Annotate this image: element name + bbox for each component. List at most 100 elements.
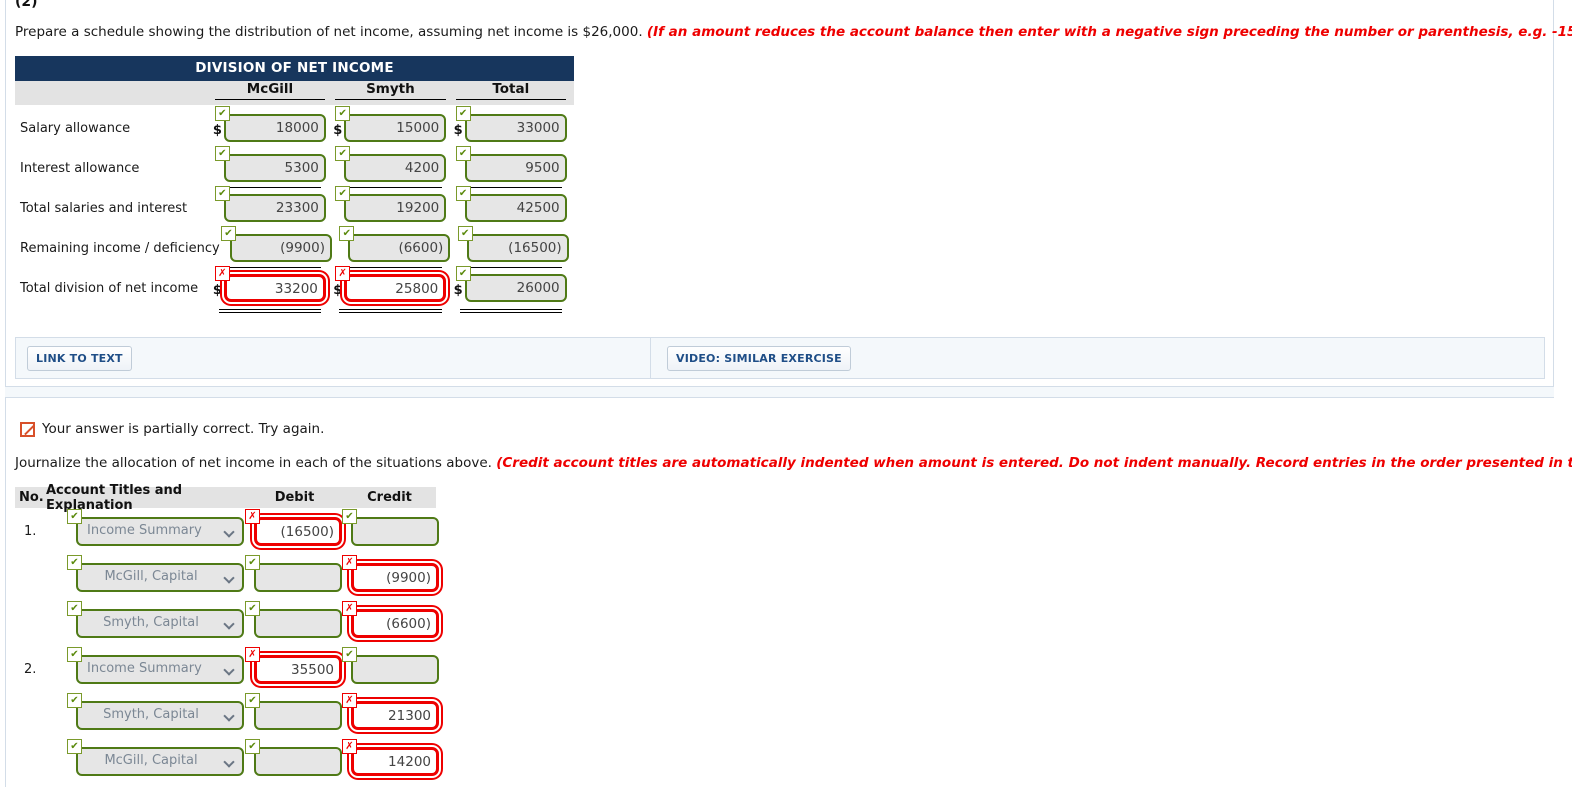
division-amount-input[interactable]: 25800 xyxy=(344,274,447,302)
correct-check-icon: ✔ xyxy=(455,106,471,121)
division-amount-input[interactable]: 42500 xyxy=(464,194,567,222)
journal-entry-table: No. Account Titles and Explanation Debit… xyxy=(15,483,439,784)
division-amount-input[interactable]: 19200 xyxy=(344,194,447,222)
single-rule-line xyxy=(459,187,562,188)
journal-row-number: 2. xyxy=(24,662,37,677)
account-title-select[interactable]: McGill, Capital xyxy=(76,747,244,776)
account-select-box: ✔ Smyth, Capital xyxy=(67,693,244,730)
journal-credit-input[interactable]: (9900) xyxy=(351,563,439,592)
correct-check-icon: ✔ xyxy=(67,555,82,570)
division-amount-input[interactable]: 18000 xyxy=(223,114,326,142)
correct-check-icon: ✔ xyxy=(335,106,351,121)
chevron-down-icon xyxy=(223,572,235,584)
division-table-cell: ✔ (9900) xyxy=(219,225,332,265)
incorrect-cross-icon: ✗ xyxy=(342,693,357,708)
journal-table-body: 1. ✔ Income Summary ✗ (16500) ✔ ✔ McGill, Capit… xyxy=(15,508,439,784)
dollar-sign: $ xyxy=(212,283,222,298)
correct-check-icon: ✔ xyxy=(67,739,82,754)
journal-instruction-text: Journalize the allocation of net income … xyxy=(15,455,1572,472)
correct-check-icon: ✔ xyxy=(342,509,357,524)
correct-check-icon: ✔ xyxy=(455,186,471,201)
journal-debit-input[interactable]: 35500 xyxy=(254,655,342,684)
correct-check-icon: ✔ xyxy=(335,146,351,161)
column-header-smyth-label: Smyth xyxy=(335,81,446,100)
chevron-down-icon xyxy=(223,756,235,768)
division-table-cell: $ ✔ 15000 xyxy=(333,105,447,145)
division-amount-input[interactable]: 9500 xyxy=(464,154,567,182)
journal-amount-fieldbox: ✗ 21300 xyxy=(342,693,439,730)
division-table-cell: ✔ 19200 xyxy=(333,185,447,225)
journal-debit-input[interactable] xyxy=(254,701,342,730)
correct-check-icon: ✔ xyxy=(67,693,82,708)
journal-amount-fieldbox: ✔ xyxy=(342,509,439,546)
division-row-label: Salary allowance xyxy=(20,121,131,136)
division-amount-input[interactable]: 5300 xyxy=(223,154,326,182)
account-title-select[interactable]: McGill, Capital xyxy=(76,563,244,592)
division-amount-input[interactable]: (16500) xyxy=(466,234,569,262)
journal-table-row: 1. ✔ Income Summary ✗ (16500) ✔ xyxy=(15,508,439,554)
journal-instruction-hint: (Credit account titles are automatically… xyxy=(496,455,1572,471)
journal-debit-input[interactable] xyxy=(254,563,342,592)
journal-credit-input[interactable] xyxy=(351,517,439,546)
feedback-message: Your answer is partially correct. Try ag… xyxy=(20,421,324,437)
division-amount-fieldbox: ✔ (6600) xyxy=(339,226,451,262)
incorrect-cross-icon: ✗ xyxy=(245,509,260,524)
section-separator xyxy=(5,386,1554,398)
division-table-cell: $ ✔ 18000 xyxy=(213,105,327,145)
correct-check-icon: ✔ xyxy=(342,647,357,662)
journal-credit-input[interactable]: 14200 xyxy=(351,747,439,776)
division-amount-fieldbox: ✔ 23300 xyxy=(214,186,326,222)
division-amount-input[interactable]: (6600) xyxy=(348,234,451,262)
journal-amount-fieldbox: ✗ 14200 xyxy=(342,739,439,776)
single-rule-line xyxy=(339,267,442,268)
division-row-label: Remaining income / deficiency xyxy=(20,241,220,256)
correct-check-icon: ✔ xyxy=(335,186,351,201)
account-title-select[interactable]: Smyth, Capital xyxy=(76,609,244,638)
journal-credit-input[interactable]: (6600) xyxy=(351,609,439,638)
division-table-cell: $ ✗ 33200 xyxy=(212,265,327,313)
journal-amount-fieldbox: ✔ xyxy=(245,739,342,776)
feedback-text: Your answer is partially correct. Try ag… xyxy=(42,421,325,437)
chevron-down-icon xyxy=(223,618,235,630)
correct-check-icon: ✔ xyxy=(214,186,230,201)
journal-debit-input[interactable] xyxy=(254,747,342,776)
correct-check-icon: ✔ xyxy=(245,693,260,708)
division-amount-input[interactable]: 23300 xyxy=(223,194,326,222)
account-title-select[interactable]: Income Summary xyxy=(76,655,244,684)
division-amount-input[interactable]: 33200 xyxy=(223,274,326,302)
account-title-select[interactable]: Income Summary xyxy=(76,517,244,546)
division-table-cell: ✔ (6600) xyxy=(337,225,451,265)
division-table-cell: $ ✔ 26000 xyxy=(454,265,568,313)
journal-table-row: ✔ McGill, Capital ✔ ✗ 14200 xyxy=(15,738,439,784)
correct-check-icon: ✔ xyxy=(214,146,230,161)
division-amount-input[interactable]: 4200 xyxy=(344,154,447,182)
journal-amount-fieldbox: ✗ 35500 xyxy=(245,647,342,684)
division-amount-input[interactable]: 26000 xyxy=(464,274,567,302)
account-title-select[interactable]: Smyth, Capital xyxy=(76,701,244,730)
journal-amount-fieldbox: ✔ xyxy=(245,555,342,592)
link-to-text-button[interactable]: LINK TO TEXT xyxy=(27,345,132,371)
dollar-sign: $ xyxy=(333,283,343,298)
journal-credit-input[interactable]: 21300 xyxy=(351,701,439,730)
panel-left-border-lower xyxy=(5,398,6,787)
resource-links-panel: LINK TO TEXT VIDEO: SIMILAR EXERCISE xyxy=(15,337,1545,379)
correct-check-icon: ✔ xyxy=(67,601,82,616)
division-amount-fieldbox: ✔ 19200 xyxy=(335,186,447,222)
division-amount-fieldbox: ✔ (9900) xyxy=(221,226,332,262)
video-similar-exercise-button[interactable]: VIDEO: SIMILAR EXERCISE xyxy=(667,345,851,371)
column-header-smyth: Smyth xyxy=(333,81,447,105)
correct-check-icon: ✔ xyxy=(67,647,82,662)
account-select-box: ✔ Smyth, Capital xyxy=(67,601,244,638)
incorrect-cross-icon: ✗ xyxy=(342,601,357,616)
journal-debit-input[interactable] xyxy=(254,609,342,638)
single-rule-line xyxy=(339,187,442,188)
division-table-cell: ✔ 9500 xyxy=(454,145,568,185)
incorrect-cross-icon: ✗ xyxy=(214,266,230,281)
division-amount-input[interactable]: (9900) xyxy=(230,234,332,262)
journal-debit-input[interactable]: (16500) xyxy=(254,517,342,546)
journal-row-number xyxy=(15,738,46,754)
journal-credit-input[interactable] xyxy=(351,655,439,684)
division-amount-input[interactable]: 15000 xyxy=(344,114,447,142)
division-amount-input[interactable]: 33000 xyxy=(464,114,567,142)
journal-table-row: ✔ Smyth, Capital ✔ ✗ 21300 xyxy=(15,692,439,738)
